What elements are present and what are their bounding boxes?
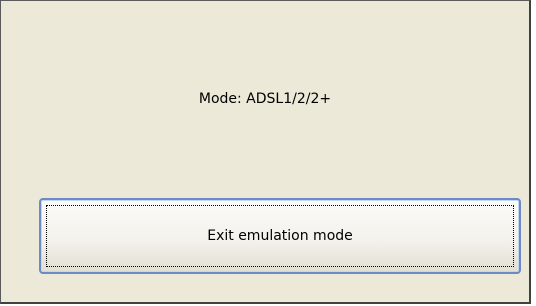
emulation-mode-panel: Mode: ADSL1/2/2+ Exit emulation mode: [0, 0, 531, 304]
mode-status-label: Mode: ADSL1/2/2+: [198, 91, 332, 107]
button-focus-ring: Exit emulation mode: [46, 205, 514, 267]
exit-emulation-mode-label: Exit emulation mode: [207, 228, 353, 244]
exit-emulation-mode-button[interactable]: Exit emulation mode: [39, 198, 521, 274]
